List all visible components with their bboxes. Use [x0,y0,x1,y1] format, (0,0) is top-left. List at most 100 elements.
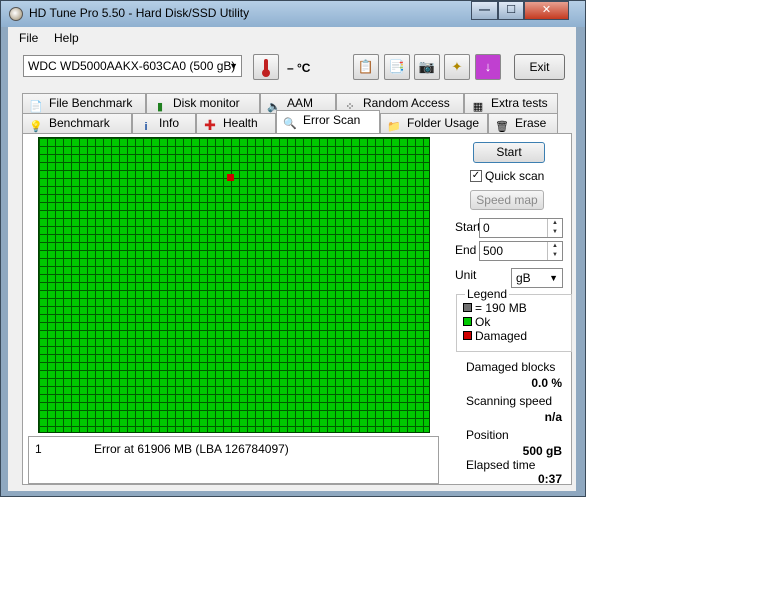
camera-icon: 📷 [418,59,436,74]
disk-monitor-icon: ▮ [156,101,164,113]
close-icon: ✕ [541,4,552,16]
legend-ok: Ok [463,315,490,329]
folder-icon: 📁 [387,121,401,133]
close-button[interactable]: ✕ [524,1,569,20]
app-window: HD Tune Pro 5.50 - Hard Disk/SSD Utility… [0,0,586,497]
error-log-list[interactable]: 1 Error at 61906 MB (LBA 126784097) [28,436,439,484]
lightbulb-icon: 💡 [29,121,43,133]
tab-disk-monitor[interactable]: ▮ Disk monitor [146,93,260,113]
minimize-icon: — [479,4,490,16]
drive-select-value: WDC WD5000AAKX-603CA0 (500 gB) [28,59,236,73]
log-entry-message: Error at 61906 MB (LBA 126784097) [94,442,289,456]
tab-label: Error Scan [303,113,361,127]
quick-scan-label: Quick scan [485,169,545,183]
damaged-swatch [463,331,472,340]
screenshot-button[interactable]: 📷 [414,54,440,80]
minimize-button[interactable]: — [471,1,498,20]
quick-scan-checkbox[interactable]: ✓ [470,170,482,182]
start-field[interactable]: 0 ▲ ▼ [479,218,563,238]
maximize-icon: ☐ [506,4,516,16]
scan-stats: Damaged blocks 0.0 % Scanning speed n/a … [456,356,572,486]
magnifier-icon: 🔍 [283,118,297,130]
scanning-speed-label: Scanning speed [466,394,553,408]
error-scan-panel: 1 Error at 61906 MB (LBA 126784097) Star… [22,133,572,486]
tab-benchmark[interactable]: 💡 Benchmark [22,113,132,133]
tab-info[interactable]: i Info [132,113,196,133]
exit-button[interactable]: Exit [514,54,565,80]
window-title: HD Tune Pro 5.50 - Hard Disk/SSD Utility [29,6,250,20]
tab-label: Extra tests [491,96,548,110]
scan-block-map [38,137,430,433]
copy-text-icon: 📋 [357,59,375,74]
block-swatch [463,303,472,312]
save-button[interactable]: ↓ [475,54,501,80]
tab-erase[interactable]: 🗑 Erase [488,113,558,133]
tab-label: Health [223,116,258,130]
thermometer-button[interactable] [253,54,279,80]
menu-help[interactable]: Help [54,31,79,45]
chevron-down-icon: ▼ [549,273,558,283]
legend-title: Legend [465,287,510,301]
start-button[interactable]: Start [473,142,545,163]
end-field[interactable]: 500 ▲ ▼ [479,241,563,261]
tab-label: Erase [515,116,547,130]
tab-file-benchmark[interactable]: 📄 File Benchmark [22,93,146,113]
client-area: File Help WDC WD5000AAKX-603CA0 (500 gB)… [8,27,576,491]
thermometer-icon [262,58,270,77]
options-icon: ✦ [451,59,463,74]
log-entry-number: 1 [35,442,42,456]
temperature-value: – °C [287,61,311,75]
damaged-blocks-label: Damaged blocks [466,360,556,374]
drive-select[interactable]: WDC WD5000AAKX-603CA0 (500 gB) ▼ [23,55,242,77]
maximize-button[interactable]: ☐ [498,1,524,20]
tab-extra-tests[interactable]: ▦ Extra tests [464,93,558,113]
end-field-value: 500 [483,244,504,258]
tab-label: Benchmark [49,116,110,130]
tab-label: Disk monitor [173,96,240,110]
start-field-label: Start [455,220,481,234]
unit-select[interactable]: gB ▼ [511,268,563,288]
start-field-value: 0 [483,221,490,235]
damaged-blocks-value: 0.0 % [531,376,562,390]
speed-map-button[interactable]: Speed map [470,190,544,210]
legend-damaged-text: Damaged [475,329,528,343]
unit-label: Unit [455,268,477,282]
tab-label: Random Access [363,96,450,110]
tab-label: File Benchmark [49,96,133,110]
chevron-down-icon: ▼ [229,61,238,71]
legend-ok-text: Ok [475,315,491,329]
tab-label: Folder Usage [407,116,480,130]
title-bar[interactable]: HD Tune Pro 5.50 - Hard Disk/SSD Utility… [1,1,585,27]
copy-all-icon: 📑 [388,59,406,74]
damaged-block [227,174,234,181]
legend-block-size: = 190 MB [463,301,527,315]
tab-error-scan[interactable]: 🔍 Error Scan [276,110,380,133]
elapsed-time-value: 0:37 [537,472,562,486]
legend-damaged: Damaged [463,329,527,343]
menu-bar: File Help [8,27,576,47]
info-icon: i [144,121,148,133]
tab-label: Info [159,116,180,130]
spinner-arrows-icon[interactable]: ▲ ▼ [547,242,562,260]
trash-icon: 🗑 [495,121,509,133]
scanning-speed-value: n/a [544,410,562,424]
position-value: 500 gB [522,444,562,458]
save-icon: ↓ [484,59,492,74]
tab-health[interactable]: ✚ Health [196,113,276,133]
menu-file[interactable]: File [19,31,38,45]
extra-tests-icon: ▦ [472,101,484,113]
elapsed-time-label: Elapsed time [466,458,536,472]
position-label: Position [466,428,509,442]
tab-folder-usage[interactable]: 📁 Folder Usage [380,113,488,133]
options-button[interactable]: ✦ [444,54,470,80]
copy-text-button[interactable]: 📋 [353,54,379,80]
health-cross-icon: ✚ [204,117,216,133]
spinner-arrows-icon[interactable]: ▲ ▼ [547,219,562,237]
app-icon [9,7,23,21]
legend-group: Legend = 190 MB Ok Damaged [456,287,572,352]
toolbar: WDC WD5000AAKX-603CA0 (500 gB) ▼ – °C 📋 … [8,47,576,91]
ok-swatch [463,317,472,326]
copy-all-button[interactable]: 📑 [384,54,410,80]
end-field-label: End [455,243,477,257]
tab-label: AAM [287,96,314,110]
